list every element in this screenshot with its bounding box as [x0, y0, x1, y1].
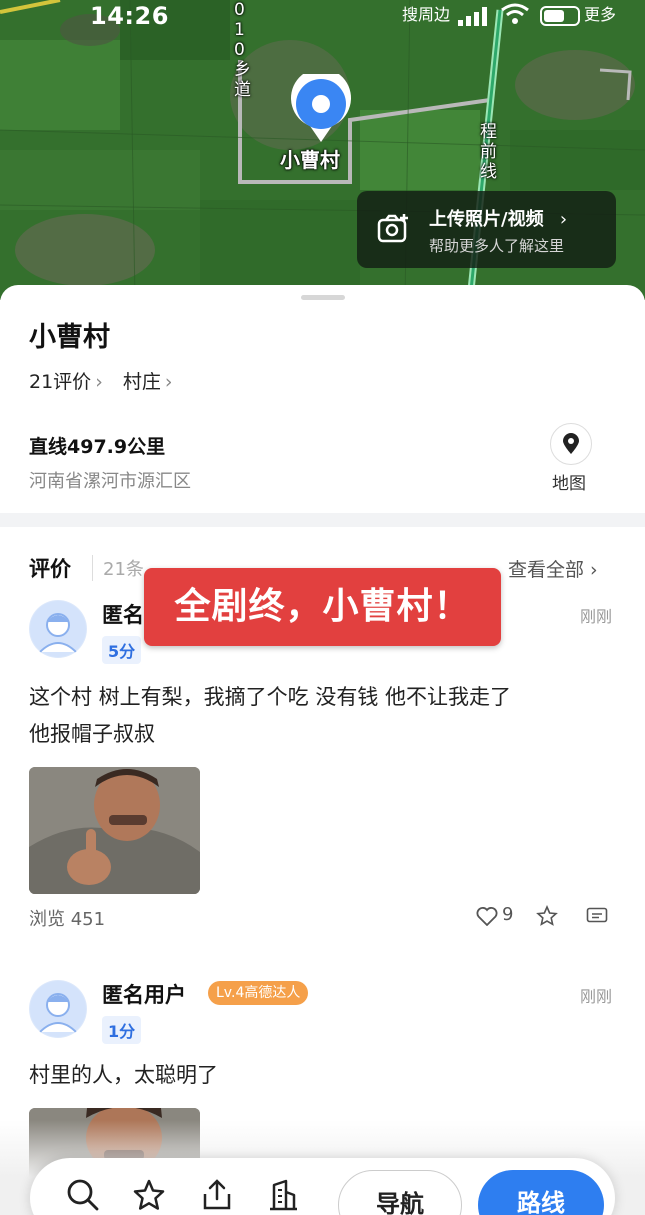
review-score: 5分 [102, 636, 142, 664]
map-village-label: 小曹村 [280, 148, 340, 172]
view-count: 浏览 451 [29, 909, 106, 930]
review-text: 村里的人，太聪明了 [29, 1057, 619, 1094]
user-avatar-icon [30, 981, 86, 1037]
reviews-count: 21条 [92, 555, 144, 581]
address-text: 河南省漯河市源汇区 [29, 471, 191, 492]
route-button[interactable]: 路线 [478, 1170, 604, 1215]
satellite-map[interactable]: 14:26 搜周边 更多 010乡道 程前线 小曹村 上传照片/视频 › 帮助更… [0, 0, 645, 300]
heart-icon[interactable] [476, 907, 498, 926]
map-button[interactable] [550, 423, 592, 465]
review-time: 刚刚 [580, 607, 613, 626]
review-time: 刚刚 [580, 987, 613, 1006]
battery-icon [540, 6, 580, 26]
upload-photo-card[interactable]: 上传照片/视频 › 帮助更多人了解这里 [357, 191, 616, 268]
review-photo[interactable] [29, 767, 200, 894]
comment-icon[interactable] [586, 907, 608, 926]
like-count: 9 [502, 904, 514, 925]
road-label-left: 010乡道 [234, 0, 251, 100]
review-count-link[interactable]: 21评价 [29, 371, 91, 393]
user-avatar-icon [30, 601, 86, 657]
review-user-name: 匿名 [102, 603, 144, 627]
distance-text: 直线497.9公里 [29, 436, 166, 458]
review-text-line: 这个村 树上有梨，我摘了个吃 没有钱 他不让我走了 [29, 685, 512, 709]
favorite-star-icon[interactable] [132, 1178, 166, 1212]
upload-subtitle: 帮助更多人了解这里 [429, 237, 565, 255]
review-text-line: 他报帽子叔叔 [29, 722, 155, 746]
place-title: 小曹村 [29, 322, 110, 353]
upload-title: 上传照片/视频 › [429, 209, 568, 230]
status-left-label: 搜周边 [402, 5, 451, 24]
avatar[interactable] [29, 980, 87, 1038]
status-time: 14:26 [90, 2, 169, 30]
level-badge: Lv.4高德达人 [208, 981, 309, 1005]
overlay-banner: 全剧终，小曹村！ [144, 568, 501, 646]
camera-plus-icon [377, 214, 408, 243]
map-pin-icon [563, 433, 579, 454]
sheet-drag-handle[interactable] [301, 295, 345, 300]
place-detail-sheet: 小曹村 21评价 › 村庄 › 直线497.9公里 河南省漯河市源汇区 地图 评价 … [0, 285, 645, 1215]
status-bar: 14:26 搜周边 更多 [0, 0, 645, 34]
cell-signal-icon [458, 7, 487, 26]
location-pin-icon[interactable] [290, 74, 352, 144]
map-button-label[interactable]: 地图 [552, 469, 586, 494]
navigation-button[interactable]: 导航 [338, 1170, 462, 1215]
see-all-reviews-link[interactable]: 查看全部 › [508, 555, 598, 582]
status-right-label: 更多 [584, 5, 617, 24]
review-score: 1分 [102, 1016, 142, 1044]
chevron-right-icon: › [164, 371, 173, 393]
road-label-right: 程前线 [480, 122, 497, 182]
star-icon[interactable] [536, 905, 558, 927]
review-text: 这个村 树上有梨，我摘了个吃 没有钱 他不让我走了 他报帽子叔叔 [29, 679, 619, 753]
review-photo-image [29, 767, 200, 894]
bottom-action-bar: 导航 路线 [30, 1158, 615, 1215]
review-text-line: 村里的人，太聪明了 [29, 1063, 218, 1087]
building-icon[interactable] [266, 1178, 300, 1212]
share-icon[interactable] [200, 1178, 234, 1212]
review-user-name: 匿名用户 [102, 983, 186, 1007]
chevron-right-icon: › [95, 371, 103, 393]
wifi-icon [501, 3, 529, 24]
place-meta: 21评价 › 村庄 › [29, 367, 186, 394]
category-link[interactable]: 村庄 [123, 371, 161, 393]
chevron-right-icon: › [559, 209, 568, 230]
reviews-title: 评价 [29, 557, 71, 581]
section-divider [0, 513, 645, 527]
avatar[interactable] [29, 600, 87, 658]
search-icon[interactable] [66, 1178, 100, 1212]
